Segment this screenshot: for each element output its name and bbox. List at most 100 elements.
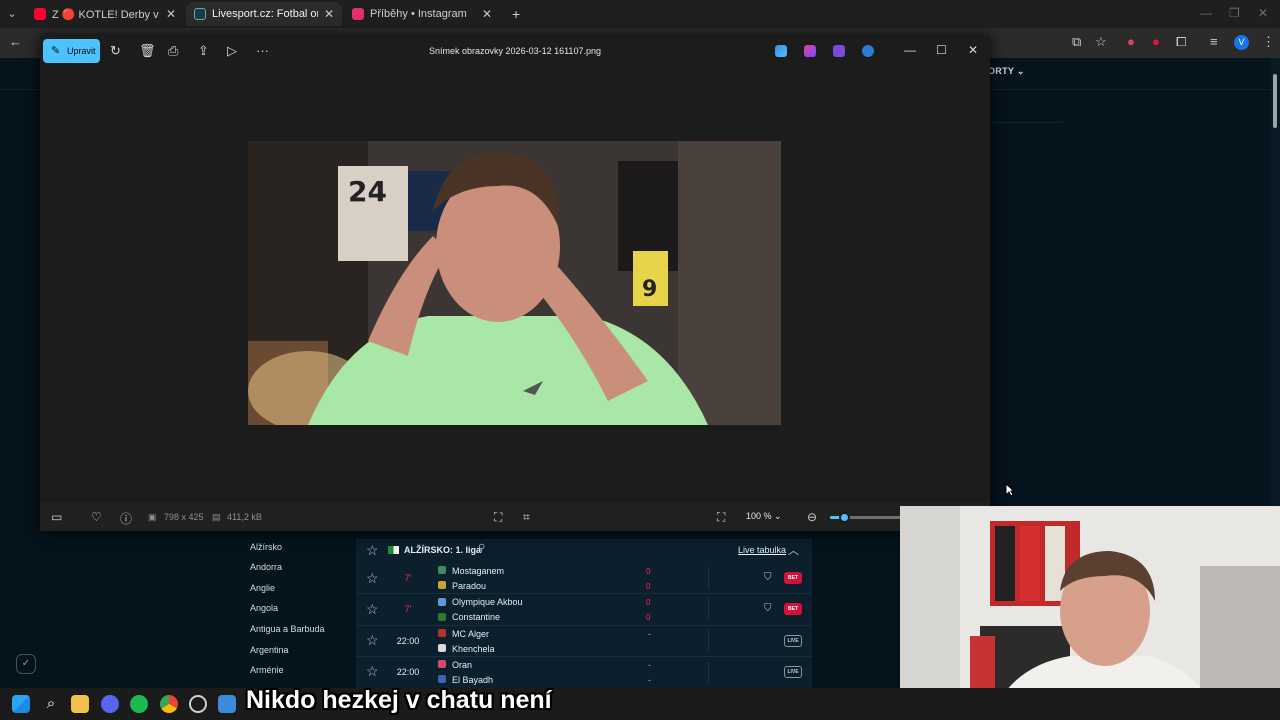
match-time: 7' <box>404 604 412 614</box>
privacy-shield-icon[interactable]: ✓ <box>16 654 36 674</box>
favorite-heart-icon[interactable]: ♡ <box>91 510 102 524</box>
minimize-icon[interactable]: — <box>1200 6 1212 20</box>
chrome-icon[interactable] <box>160 695 178 713</box>
svg-text:9: 9 <box>642 277 657 302</box>
tab-search-chevron-icon[interactable]: ⌄ <box>4 4 20 22</box>
tab-title: Příběhy • Instagram <box>370 8 467 20</box>
file-explorer-icon[interactable] <box>71 695 89 713</box>
image-dimensions: 798 x 425 <box>164 512 204 522</box>
lineup-shirt-icon[interactable]: ⛉ <box>764 572 772 583</box>
country-link[interactable]: Andorra <box>250 562 282 572</box>
install-app-icon[interactable]: ⧉ <box>1072 34 1081 50</box>
favorite-star-icon[interactable]: ☆ <box>366 663 379 680</box>
close-tab-icon[interactable]: ✕ <box>324 7 334 21</box>
favorite-star-icon[interactable]: ☆ <box>366 570 379 587</box>
collapse-chevron-icon[interactable]: ︿ <box>788 542 799 558</box>
team-crest-icon <box>438 675 446 683</box>
away-score: - <box>648 675 651 685</box>
away-team: Paradou <box>452 581 487 591</box>
clipchamp-icon[interactable] <box>804 45 816 57</box>
extensions-puzzle-icon[interactable]: ⧠ <box>1176 34 1186 50</box>
browser-tab-strip: ⌄ Z 🔴 KOTLE! Derby v Miláně! Vr ✕ Livesp… <box>0 0 1280 28</box>
livesport-favicon-icon <box>194 8 206 20</box>
extension-red-icon[interactable]: ● <box>1127 34 1135 49</box>
back-arrow-icon[interactable]: ← <box>9 34 22 49</box>
zoom-slider-handle[interactable] <box>838 512 850 523</box>
zoom-value: 100 % <box>746 511 772 521</box>
favorite-star-icon[interactable]: ☆ <box>366 601 379 618</box>
country-link[interactable]: Angola <box>250 603 278 613</box>
favorite-star-icon[interactable]: ☆ <box>366 632 379 649</box>
team-crest-icon <box>438 566 446 574</box>
home-team: MC Alger <box>452 629 490 639</box>
nav-sports-menu[interactable]: ORTY ⌄ <box>988 66 1025 77</box>
tab-livesport[interactable]: Livesport.cz: Fotbal online, fotb ✕ <box>186 2 342 26</box>
divider <box>990 122 1062 123</box>
search-icon[interactable]: ⌕ <box>42 695 60 713</box>
away-score: 0 <box>646 613 651 622</box>
away-team: Khenchela <box>452 644 495 654</box>
zoom-out-icon[interactable]: ⊖ <box>807 510 817 524</box>
obs-icon[interactable] <box>189 695 207 713</box>
live-stream-button[interactable]: LIVE <box>784 635 802 647</box>
windows-start-icon[interactable] <box>12 695 30 713</box>
profile-avatar[interactable]: V <box>1234 35 1249 50</box>
viewer-status-bar: ▭ ♡ ⓘ ▣ 798 x 425 ▤ 411,2 kB ⛶ ⌗ ⛶ 100 %… <box>40 502 990 531</box>
svg-text:24: 24 <box>348 175 387 208</box>
visual-search-icon[interactable]: ⌗ <box>523 510 530 525</box>
country-link[interactable]: Alžírsko <box>250 542 282 552</box>
tab-instagram[interactable]: Příběhy • Instagram ✕ <box>344 2 500 26</box>
home-team: Mostaganem <box>452 566 505 576</box>
team-crest-icon <box>438 581 446 589</box>
match-time: 22:00 <box>396 667 420 677</box>
home-score: - <box>648 660 651 670</box>
discord-icon[interactable] <box>101 695 119 713</box>
minimize-icon[interactable]: — <box>904 43 916 57</box>
team-crest-icon <box>438 613 446 621</box>
onedrive-cloud-icon[interactable] <box>862 45 874 57</box>
maximize-icon[interactable]: ☐ <box>936 43 947 57</box>
media-controls-icon[interactable]: ≡ <box>1210 34 1218 49</box>
live-stream-button[interactable]: LIVE <box>784 666 802 678</box>
live-table-link[interactable]: Live tabulka <box>738 545 786 555</box>
team-crest-icon <box>438 660 446 668</box>
bet-button[interactable]: BET <box>784 603 802 615</box>
filmstrip-icon[interactable]: ▭ <box>51 510 62 524</box>
close-tab-icon[interactable]: ✕ <box>482 7 492 21</box>
info-icon[interactable]: ⓘ <box>120 510 132 527</box>
tab-youtube[interactable]: Z 🔴 KOTLE! Derby v Miláně! Vr ✕ <box>26 2 184 26</box>
lineup-shirt-icon[interactable]: ⛉ <box>764 603 772 614</box>
country-link[interactable]: Arménie <box>250 665 284 675</box>
country-link[interactable]: Antigua a Barbuda <box>250 624 325 634</box>
new-tab-button[interactable]: + <box>504 2 524 26</box>
pin-icon[interactable]: ⚲ <box>478 543 485 554</box>
photos-app-icon[interactable] <box>775 45 787 57</box>
menu-kebab-icon[interactable]: ⋮ <box>1262 34 1275 50</box>
designer-icon[interactable] <box>833 45 845 57</box>
bookmark-star-icon[interactable]: ☆ <box>1095 34 1107 50</box>
algeria-flag-icon <box>388 546 399 554</box>
divider <box>356 625 812 626</box>
league-header: ☆ ALŽÍRSKO: 1. liga ⚲ Live tabulka ︿ <box>356 539 812 561</box>
favorite-star-icon[interactable]: ☆ <box>366 542 379 559</box>
country-link[interactable]: Anglie <box>250 583 275 593</box>
close-icon[interactable]: ✕ <box>968 43 978 57</box>
crop-focus-icon[interactable]: ⛶ <box>494 510 502 525</box>
photos-taskbar-icon[interactable] <box>218 695 236 713</box>
extension-adblock-icon[interactable]: ● <box>1152 34 1160 49</box>
close-tab-icon[interactable]: ✕ <box>166 7 176 21</box>
home-score: 0 <box>646 567 651 576</box>
fit-to-window-icon[interactable]: ⛶ <box>717 510 725 525</box>
bet-button[interactable]: BET <box>784 572 802 584</box>
tab-title: Z 🔴 KOTLE! Derby v Miláně! Vr <box>52 8 160 21</box>
streamer-photo-image: 24 9 <box>248 141 781 425</box>
country-link[interactable]: Argentina <box>250 645 289 655</box>
maximize-icon[interactable]: ❐ <box>1229 6 1240 20</box>
home-score: - <box>648 629 651 639</box>
scrollbar-thumb[interactable] <box>1273 74 1277 128</box>
zoom-dropdown[interactable]: 100 % ⌄ <box>746 511 782 522</box>
league-name[interactable]: ALŽÍRSKO: 1. liga <box>404 545 481 555</box>
spotify-icon[interactable] <box>130 695 148 713</box>
close-window-icon[interactable]: ✕ <box>1258 6 1268 20</box>
team-crest-icon <box>438 629 446 637</box>
